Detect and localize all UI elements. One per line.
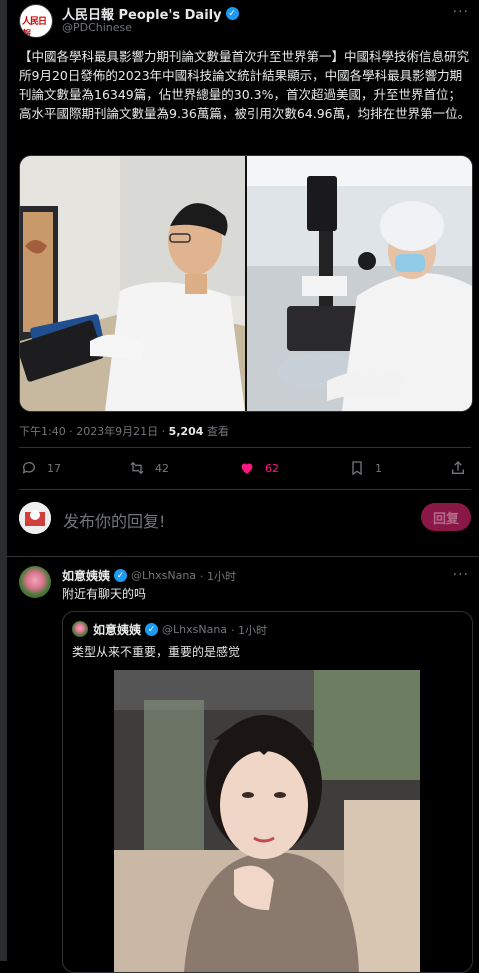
bookmark-action[interactable]: 1: [349, 460, 382, 476]
more-options-icon[interactable]: ···: [453, 4, 469, 20]
retweet-icon: [130, 461, 144, 475]
verified-icon: ✓: [114, 569, 128, 582]
reply-count: 17: [47, 461, 61, 475]
selfie-photo-illustration: [114, 670, 420, 972]
reply-action[interactable]: 17: [21, 460, 61, 476]
quoted-tweet[interactable]: 如意姨姨 ✓ @LhxsNana · 1小时 类型从来不重要，重要的是感觉: [62, 611, 473, 973]
author-handle[interactable]: @PDChinese: [62, 21, 132, 34]
user-avatar[interactable]: [19, 502, 51, 534]
left-gutter: [0, 0, 7, 961]
quoted-author-avatar: [72, 621, 88, 637]
share-icon: [452, 461, 464, 474]
quoted-media-photo[interactable]: [114, 670, 420, 972]
reply-input[interactable]: 发布你的回复!: [63, 508, 165, 532]
bookmark-count: 1: [375, 461, 382, 475]
share-action[interactable]: [450, 460, 466, 476]
media-photo-researcher-microscope[interactable]: [247, 156, 472, 411]
reply-icon: [22, 462, 35, 474]
reply-text: 附近有聊天的吗: [62, 587, 147, 601]
tweet-actions: 17 42 62 1: [7, 460, 479, 482]
reply-author-name[interactable]: 如意姨姨: [62, 567, 110, 584]
like-count: 62: [265, 461, 279, 475]
tweet-separator: [7, 556, 479, 557]
avatar-logo-text: 人民日報: [22, 17, 47, 38]
photo-illustration: [247, 156, 472, 411]
verified-icon: ✓: [225, 7, 239, 20]
view-label: 查看: [203, 425, 229, 438]
quoted-author-name: 如意姨姨: [93, 623, 142, 637]
user-avatar-image: [19, 502, 51, 534]
verified-icon: ✓: [145, 623, 159, 636]
avatar[interactable]: 人民日報: [19, 4, 53, 38]
retweet-action[interactable]: 42: [129, 460, 169, 476]
reply-author-avatar[interactable]: [19, 566, 51, 598]
heart-icon: [241, 463, 253, 474]
quoted-time: · 1小时: [231, 623, 268, 637]
reply-composer[interactable]: 发布你的回复! 回复: [7, 497, 479, 545]
view-count: 5,204: [168, 425, 204, 438]
timeline: 人民日報 人民日報 People's Daily ✓ @PDChinese ··…: [7, 0, 479, 973]
reply-author-handle[interactable]: @LhxsNana: [131, 569, 196, 582]
tweet-meta: 下午1:40 · 2023年9月21日 · 5,204 查看: [19, 423, 229, 439]
quoted-author-row: 如意姨姨 ✓ @LhxsNana · 1小时: [93, 621, 267, 638]
reply-author-row[interactable]: 如意姨姨 ✓ @LhxsNana · 1小时: [62, 567, 236, 584]
quoted-text: 类型从来不重要，重要的是感觉: [72, 645, 241, 659]
divider: [19, 489, 471, 490]
tweet-media[interactable]: [19, 155, 473, 412]
photo-illustration: [20, 156, 245, 411]
tweet-timestamp[interactable]: 下午1:40 · 2023年9月21日 ·: [19, 425, 169, 438]
divider: [19, 447, 471, 448]
reply-button[interactable]: 回复: [421, 503, 471, 531]
tweet-text: 【中國各學科最具影響力期刊論文數量首次升至世界第一】中國科學技術信息研究所9月2…: [19, 49, 471, 121]
retweet-count: 42: [155, 461, 169, 475]
bookmark-icon: [352, 461, 362, 476]
reply-time[interactable]: · 1小时: [200, 568, 236, 584]
media-photo-researcher-computer[interactable]: [20, 156, 247, 411]
like-action[interactable]: 62: [239, 460, 279, 476]
quoted-author-handle: @LhxsNana: [162, 623, 228, 636]
more-options-icon[interactable]: ···: [453, 567, 469, 583]
